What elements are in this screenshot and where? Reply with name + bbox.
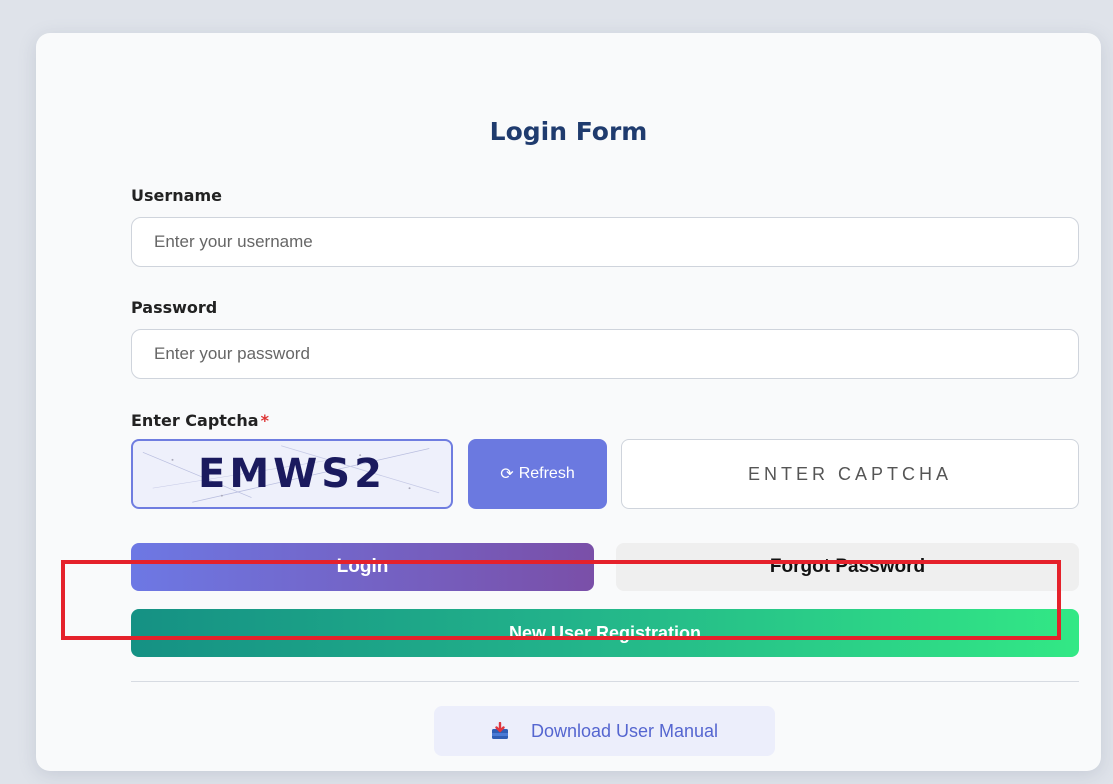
captcha-input[interactable] bbox=[621, 439, 1079, 509]
captcha-code: EMWS2 bbox=[198, 451, 386, 497]
captcha-image: EMWS2 bbox=[131, 439, 453, 509]
login-button[interactable]: Login bbox=[131, 543, 594, 591]
forgot-password-button[interactable]: Forgot Password bbox=[616, 543, 1079, 591]
password-input[interactable] bbox=[131, 329, 1079, 379]
password-label: Password bbox=[131, 298, 218, 317]
download-user-manual-label: Download User Manual bbox=[530, 720, 719, 741]
download-book-icon bbox=[491, 722, 508, 739]
login-card: Login Form Username Password Enter Captc… bbox=[36, 33, 1101, 771]
refresh-icon: ⟳ bbox=[500, 466, 514, 483]
captcha-label-text: Enter Captcha bbox=[131, 411, 259, 430]
username-label: Username bbox=[131, 186, 222, 205]
required-mark: * bbox=[260, 411, 269, 430]
new-user-registration-button[interactable]: New User Registration bbox=[131, 609, 1079, 657]
username-input[interactable] bbox=[131, 217, 1079, 267]
refresh-label: Refresh bbox=[518, 465, 575, 482]
page-title: Login Form bbox=[489, 117, 648, 146]
refresh-captcha-button[interactable]: ⟳ Refresh bbox=[468, 439, 607, 509]
divider bbox=[131, 681, 1079, 682]
captcha-label: Enter Captcha * bbox=[131, 411, 269, 430]
download-user-manual-button[interactable]: Download User Manual bbox=[434, 706, 775, 756]
